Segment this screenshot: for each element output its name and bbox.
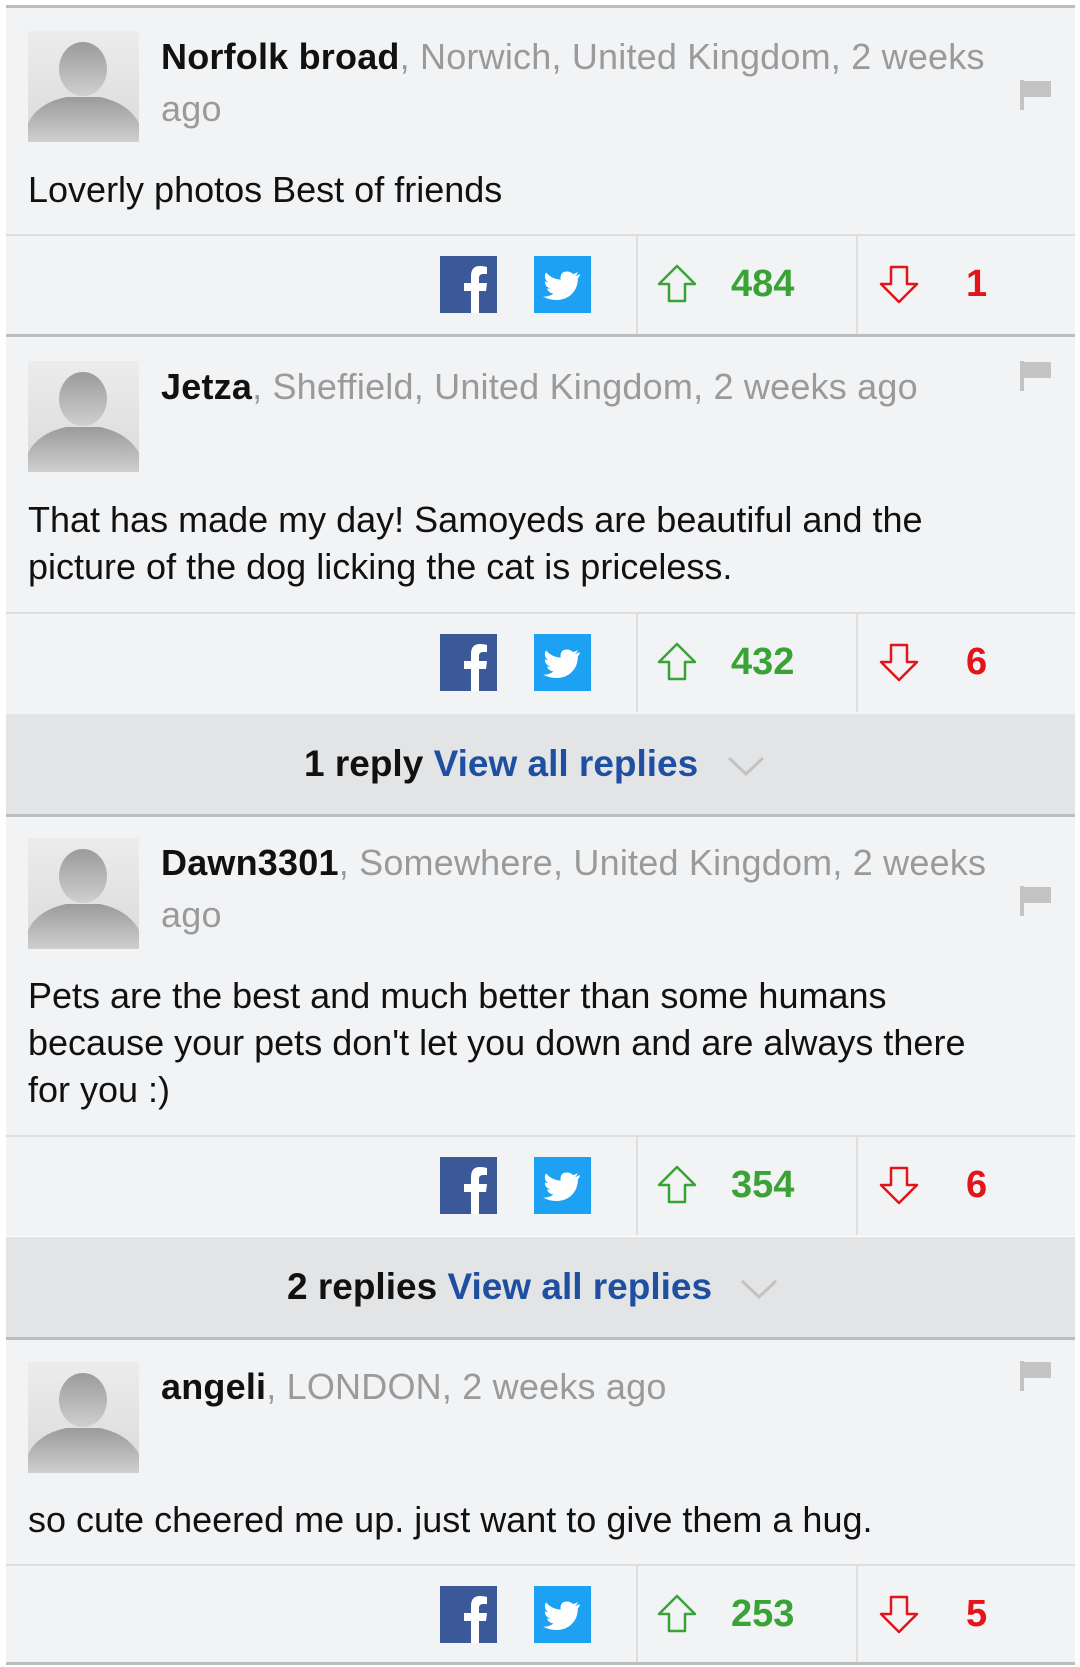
- report-flag-icon[interactable]: [1020, 361, 1052, 391]
- replies-toggle[interactable]: 2 replies View all replies: [287, 1237, 778, 1337]
- comment-time-continued: ago: [161, 894, 222, 935]
- replies-toggle[interactable]: 1 reply View all replies: [304, 714, 765, 814]
- report-flag-icon[interactable]: [1020, 80, 1052, 110]
- twitter-icon[interactable]: [534, 634, 591, 691]
- replies-count: 2 replies: [287, 1266, 438, 1307]
- comment-body: so cute cheered me up. just want to give…: [28, 1499, 873, 1540]
- facebook-icon[interactable]: [440, 256, 497, 313]
- replies-count: 1 reply: [304, 743, 424, 784]
- divider: [636, 1564, 638, 1664]
- comment-body-line: That has made my day! Samoyeds are beaut…: [28, 499, 923, 540]
- view-all-replies-link[interactable]: View all replies: [434, 743, 699, 784]
- comment-actions: 354 6: [6, 1135, 1075, 1235]
- facebook-icon[interactable]: [440, 634, 497, 691]
- default-avatar-icon[interactable]: [28, 1362, 139, 1473]
- divider: [6, 1135, 1075, 1137]
- arrow-down-icon[interactable]: [878, 263, 920, 305]
- comment-meta: angeli, LONDON, 2 weeks ago: [161, 1361, 667, 1413]
- comments-page: Norfolk broad, Norwich, United Kingdom, …: [0, 0, 1080, 1667]
- downvote-count: 5: [966, 1593, 988, 1635]
- chevron-down-icon[interactable]: [740, 1278, 778, 1300]
- upvote-count: 432: [731, 641, 795, 683]
- divider: [636, 1135, 638, 1235]
- comment-body: Loverly photos Best of friends: [28, 169, 503, 210]
- facebook-icon[interactable]: [440, 1586, 497, 1643]
- downvote-count: 6: [966, 641, 988, 683]
- divider: [856, 612, 858, 712]
- replies-bar[interactable]: 1 reply View all replies: [6, 714, 1075, 814]
- twitter-icon[interactable]: [534, 1586, 591, 1643]
- arrow-up-icon[interactable]: [656, 1593, 698, 1635]
- arrow-down-icon[interactable]: [878, 641, 920, 683]
- comment-username[interactable]: angeli: [161, 1366, 266, 1407]
- twitter-icon[interactable]: [534, 256, 591, 313]
- comment-actions: 253 5: [6, 1564, 1075, 1664]
- comment-time-continued: ago: [161, 88, 222, 129]
- arrow-up-icon[interactable]: [656, 1164, 698, 1206]
- comment-location-time: , LONDON, 2 weeks ago: [266, 1366, 667, 1407]
- upvote-count: 354: [731, 1164, 795, 1206]
- comment-actions: 432 6: [6, 612, 1075, 712]
- comment-actions: 484 1: [6, 234, 1075, 334]
- comment-meta: Norfolk broad, Norwich, United Kingdom, …: [161, 31, 985, 135]
- upvote-count: 253: [731, 1593, 795, 1635]
- divider: [856, 1564, 858, 1664]
- divider: [6, 234, 1075, 236]
- divider: [6, 612, 1075, 614]
- comment-username[interactable]: Dawn3301: [161, 842, 339, 883]
- upvote-count: 484: [731, 263, 795, 305]
- comment-body-line: for you :): [28, 1069, 171, 1110]
- divider: [6, 1564, 1075, 1566]
- report-flag-icon[interactable]: [1020, 1361, 1052, 1391]
- divider: [6, 1662, 1075, 1665]
- comment-meta: Dawn3301, Somewhere, United Kingdom, 2 w…: [161, 837, 986, 941]
- default-avatar-icon[interactable]: [28, 838, 139, 949]
- default-avatar-icon[interactable]: [28, 31, 139, 142]
- arrow-down-icon[interactable]: [878, 1593, 920, 1635]
- comment-location-time: , Sheffield, United Kingdom, 2 weeks ago: [252, 366, 918, 407]
- arrow-up-icon[interactable]: [656, 641, 698, 683]
- comment-location-time: , Somewhere, United Kingdom, 2 weeks: [338, 842, 987, 883]
- report-flag-icon[interactable]: [1020, 886, 1052, 916]
- comment-location-time: , Norwich, United Kingdom, 2 weeks: [399, 36, 985, 77]
- facebook-icon[interactable]: [440, 1157, 497, 1214]
- comment-username[interactable]: Jetza: [161, 366, 252, 407]
- default-avatar-icon[interactable]: [28, 361, 139, 472]
- comment-body: Pets are the best and much better than s…: [28, 972, 1058, 1113]
- comment-body-line: Pets are the best and much better than s…: [28, 975, 887, 1016]
- replies-bar[interactable]: 2 replies View all replies: [6, 1237, 1075, 1337]
- downvote-count: 6: [966, 1164, 988, 1206]
- comment-body-line: because your pets don't let you down and…: [28, 1022, 966, 1063]
- comment-body: That has made my day! Samoyeds are beaut…: [28, 496, 1058, 590]
- divider: [856, 1135, 858, 1235]
- downvote-count: 1: [966, 263, 988, 305]
- comment-meta: Jetza, Sheffield, United Kingdom, 2 week…: [161, 361, 918, 413]
- comment-username[interactable]: Norfolk broad: [161, 36, 400, 77]
- twitter-icon[interactable]: [534, 1157, 591, 1214]
- comment-body-line: picture of the dog licking the cat is pr…: [28, 546, 733, 587]
- chevron-down-icon[interactable]: [727, 755, 765, 777]
- divider: [856, 234, 858, 334]
- divider: [636, 234, 638, 334]
- view-all-replies-link[interactable]: View all replies: [447, 1266, 712, 1307]
- divider: [636, 612, 638, 712]
- arrow-down-icon[interactable]: [878, 1164, 920, 1206]
- arrow-up-icon[interactable]: [656, 263, 698, 305]
